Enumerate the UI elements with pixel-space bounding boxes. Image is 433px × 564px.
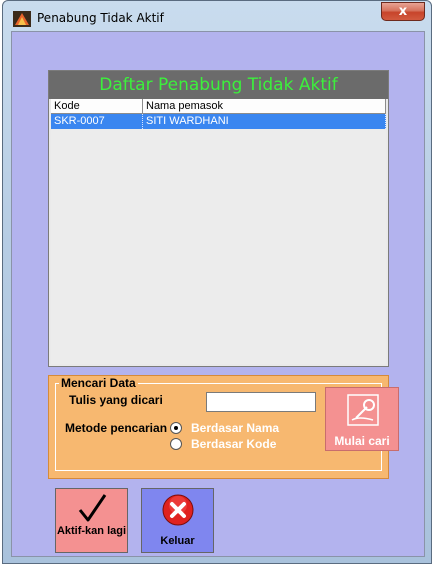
group-title: Mencari Data: [59, 376, 138, 390]
client-area: Daftar Penabung Tidak Aktif Kode Nama pe…: [11, 31, 425, 557]
start-search-button[interactable]: Mulai cari: [325, 387, 399, 451]
inactive-saver-list[interactable]: Kode Nama pemasok SKR-0007 SITI WARDHANI: [51, 99, 386, 364]
title-bar[interactable]: Penabung Tidak Aktif x: [3, 1, 431, 31]
method-label: Metode pencarian: [65, 421, 168, 435]
close-circle-icon: [162, 494, 193, 526]
radio-dot-checked[interactable]: [170, 422, 182, 434]
search-input[interactable]: [206, 392, 316, 412]
app-logo-icon: [13, 11, 31, 27]
window-title: Penabung Tidak Aktif: [37, 11, 164, 25]
column-header-kode[interactable]: Kode: [51, 99, 143, 114]
exit-label: Keluar: [160, 535, 195, 547]
activate-again-button[interactable]: Aktif-kan lagi: [55, 488, 128, 553]
cell-nama: SITI WARDHANI: [143, 114, 386, 129]
list-column-headers: Kode Nama pemasok: [51, 99, 386, 114]
close-button[interactable]: x: [381, 2, 425, 21]
column-header-nama[interactable]: Nama pemasok: [143, 99, 386, 114]
start-search-label: Mulai cari: [334, 434, 390, 448]
exit-button[interactable]: Keluar: [141, 488, 214, 553]
radio-by-code[interactable]: Berdasar Kode: [170, 437, 276, 451]
cell-kode: SKR-0007: [51, 114, 143, 129]
radio-by-name[interactable]: Berdasar Nama: [170, 421, 279, 435]
activate-again-label: Aktif-kan lagi: [56, 525, 127, 537]
list-row[interactable]: SKR-0007 SITI WARDHANI: [51, 114, 386, 129]
radio-by-name-label: Berdasar Nama: [191, 421, 280, 435]
search-wrench-icon: [347, 394, 379, 426]
radio-by-code-label: Berdasar Kode: [191, 437, 277, 451]
radio-dot[interactable]: [170, 438, 182, 450]
app-window: Penabung Tidak Aktif x Daftar Penabung T…: [2, 0, 432, 564]
inactive-saver-list-panel: Daftar Penabung Tidak Aktif Kode Nama pe…: [48, 70, 389, 367]
checkmark-icon: [78, 494, 106, 522]
query-label: Tulis yang dicari: [69, 393, 163, 407]
list-title: Daftar Penabung Tidak Aktif: [49, 71, 388, 99]
